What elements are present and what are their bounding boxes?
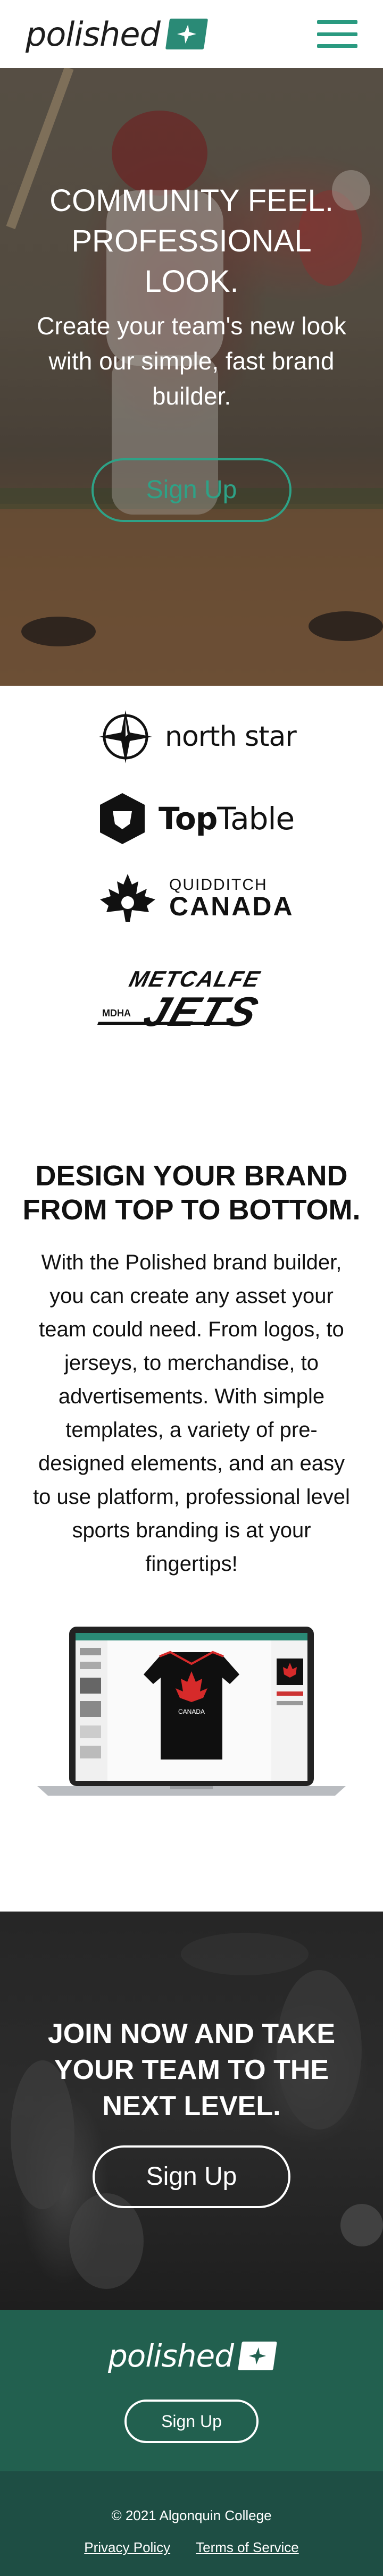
partner-toptable: TopTable bbox=[98, 792, 295, 845]
menu-bar bbox=[317, 44, 357, 48]
partner-quidditch-line2: CANADA bbox=[169, 891, 294, 921]
hero-signup-button[interactable]: Sign Up bbox=[91, 458, 292, 522]
footer-sparkle-logo-icon bbox=[238, 2342, 277, 2370]
join-signup-button[interactable]: Sign Up bbox=[93, 2145, 290, 2208]
partner-logos: north star TopTable QUIDDITCH CANADA MET… bbox=[0, 686, 383, 1074]
partner-toptable-label: TopTable bbox=[159, 801, 295, 837]
menu-bar bbox=[317, 20, 357, 24]
site-footer: polished Sign Up © 2021 Algonquin Colleg… bbox=[0, 2310, 383, 2576]
partner-north-star: north star bbox=[98, 709, 297, 764]
footer-links: Privacy Policy Terms of Service bbox=[0, 2539, 383, 2556]
jersey-text: CANADA bbox=[178, 1708, 205, 1715]
partner-metcalfe-tag: MDHA bbox=[102, 1008, 131, 1018]
hero-title: COMMUNITY FEEL. PROFESSIONAL LOOK. bbox=[49, 183, 334, 299]
join-title: JOIN NOW AND TAKE YOUR TEAM TO THE NEXT … bbox=[47, 2018, 336, 2122]
sparkle-logo-icon bbox=[165, 19, 208, 49]
partner-quidditch-text: QUIDDITCH CANADA bbox=[169, 877, 294, 920]
join-content: JOIN NOW AND TAKE YOUR TEAM TO THE NEXT … bbox=[21, 2016, 362, 2208]
brand-builder-screenshot: CANADA bbox=[37, 1627, 346, 1796]
menu-bar bbox=[317, 32, 357, 36]
toptable-shield-icon bbox=[100, 793, 145, 844]
divider-stripe bbox=[97, 1022, 232, 1025]
footer-top: polished Sign Up bbox=[0, 2310, 383, 2471]
hero-subtitle: Create your team's new look with our sim… bbox=[37, 312, 346, 410]
partner-quidditch-line1: QUIDDITCH bbox=[169, 876, 268, 894]
footer-logo[interactable]: polished bbox=[0, 2338, 383, 2374]
copyright-text: © 2021 Algonquin College bbox=[111, 2507, 272, 2523]
north-star-compass-icon bbox=[99, 710, 152, 763]
join-section: JOIN NOW AND TAKE YOUR TEAM TO THE NEXT … bbox=[0, 1912, 383, 2310]
partner-metcalfe-jets: METCALFE JETS MDHA bbox=[97, 966, 289, 1041]
design-body: With the Polished brand builder, you can… bbox=[33, 1251, 350, 1576]
partner-toptable-rest: Table bbox=[217, 801, 295, 837]
laptop-mockup-image: CANADA bbox=[37, 1627, 346, 1797]
footer-logo-text: polished bbox=[107, 2338, 234, 2374]
brand-logo-text: polished bbox=[26, 14, 161, 54]
partner-metcalfe-line2: JETS bbox=[138, 988, 266, 1035]
brand-logo[interactable]: polished bbox=[26, 14, 208, 54]
footer-signup-button[interactable]: Sign Up bbox=[124, 2400, 259, 2443]
footer-bottom: © 2021 Algonquin College Privacy Policy … bbox=[0, 2471, 383, 2576]
partner-toptable-bold: Top bbox=[159, 801, 218, 837]
hero-content: COMMUNITY FEEL. PROFESSIONAL LOOK. Creat… bbox=[21, 181, 362, 522]
design-section: DESIGN YOUR BRAND FROM TOP TO BOTTOM. Wi… bbox=[0, 1159, 383, 1581]
terms-of-service-link[interactable]: Terms of Service bbox=[196, 2539, 299, 2556]
hero-section: COMMUNITY FEEL. PROFESSIONAL LOOK. Creat… bbox=[0, 68, 383, 686]
design-title: DESIGN YOUR BRAND FROM TOP TO BOTTOM. bbox=[22, 1160, 361, 1226]
privacy-policy-link[interactable]: Privacy Policy bbox=[84, 2539, 170, 2556]
partner-quidditch-canada: QUIDDITCH CANADA bbox=[98, 873, 294, 924]
hamburger-menu-icon[interactable] bbox=[317, 20, 357, 48]
partner-north-star-label: north star bbox=[165, 721, 297, 753]
maple-leaf-icon bbox=[100, 874, 155, 922]
site-header: polished bbox=[0, 0, 383, 68]
